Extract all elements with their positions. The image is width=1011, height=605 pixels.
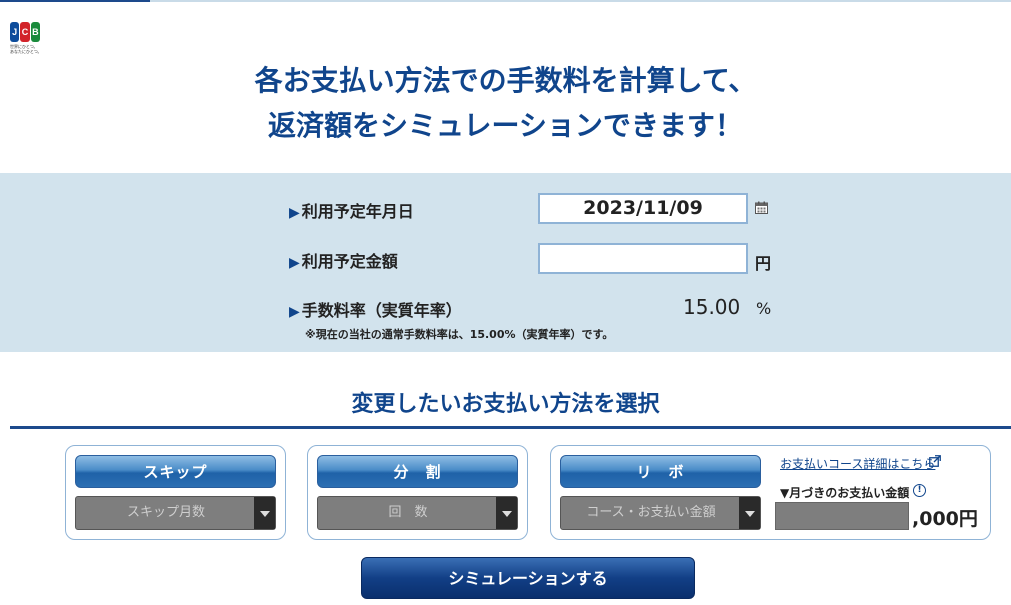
triangle-right-icon: ▶ [289,205,300,221]
logo-letter-b: B [30,22,40,42]
skip-months-select[interactable]: スキップ月数 [75,496,276,530]
revo-course-select[interactable]: コース・お支払い金額 [560,496,761,530]
split-card: 分 割 回 数 [307,445,528,540]
revo-card: リ ボ コース・お支払い金額 お支払いコース詳細はこちら ▼月づきのお支払い金額… [550,445,991,540]
triangle-right-icon: ▶ [289,304,300,320]
logo-tagline: 世界にひとつ。 あなたにひとつ。 [10,44,44,54]
simulate-button[interactable]: シミュレーションする [361,557,695,599]
chevron-down-icon [739,497,760,529]
skip-select-text: スキップ月数 [126,505,205,520]
date-label: 利用予定年月日 [301,202,414,221]
course-detail-link[interactable]: お支払いコース詳細はこちら [780,455,935,472]
amount-row: ▶ 利用予定金額 [289,248,398,272]
page-headline: 各お支払い方法での手数料を計算して、 返済額をシミュレーションできます！ [0,58,1011,148]
date-input[interactable]: 2023/11/09 [538,193,748,224]
headline-line1: 各お支払い方法での手数料を計算して、 [254,64,757,97]
split-select-text: 回 数 [388,505,428,520]
skip-card: スキップ スキップ月数 [65,445,286,540]
split-button[interactable]: 分 割 [317,455,518,488]
monthly-payment-suffix: ,000円 [912,508,978,530]
rate-label: 手数料率（実質年率） [301,301,462,320]
monthly-payment-label: ▼月づきのお支払い金額 [780,486,910,500]
amount-input[interactable] [538,243,748,274]
jcb-logo: J C B 世界にひとつ。 あなたにひとつ。 [10,22,44,54]
external-link-icon[interactable] [929,455,941,467]
date-row: ▶ 利用予定年月日 [289,198,414,222]
calendar-icon[interactable] [755,201,768,214]
chevron-down-icon [496,497,517,529]
section-divider [10,426,1011,429]
logo-letter-c: C [20,22,30,42]
revo-button[interactable]: リ ボ [560,455,761,488]
logo-letter-j: J [10,22,20,42]
logo-tagline-line2: あなたにひとつ。 [10,49,42,54]
revo-select-text: コース・お支払い金額 [586,505,716,520]
info-icon[interactable]: ! [913,484,926,497]
split-count-select[interactable]: 回 数 [317,496,518,530]
skip-button[interactable]: スキップ [75,455,276,488]
triangle-right-icon: ▶ [289,255,300,271]
chevron-down-icon [254,497,275,529]
top-accent-bar [0,0,1011,2]
section-title: 変更したいお支払い方法を選択 [351,392,660,417]
top-accent-segment [0,0,150,2]
rate-note: ※現在の当社の通常手数料率は、15.00%（実質年率）です。 [305,328,614,341]
rate-value: 15.00 [683,295,741,319]
amount-unit: 円 [755,254,772,273]
rate-unit: % [756,299,772,318]
monthly-payment-input[interactable] [775,502,909,530]
rate-row: ▶ 手数料率（実質年率） [289,297,462,321]
headline-line2: 返済額をシミュレーションできます！ [268,109,743,142]
amount-label: 利用予定金額 [301,252,398,271]
jcb-logo-mark: J C B [10,22,40,42]
